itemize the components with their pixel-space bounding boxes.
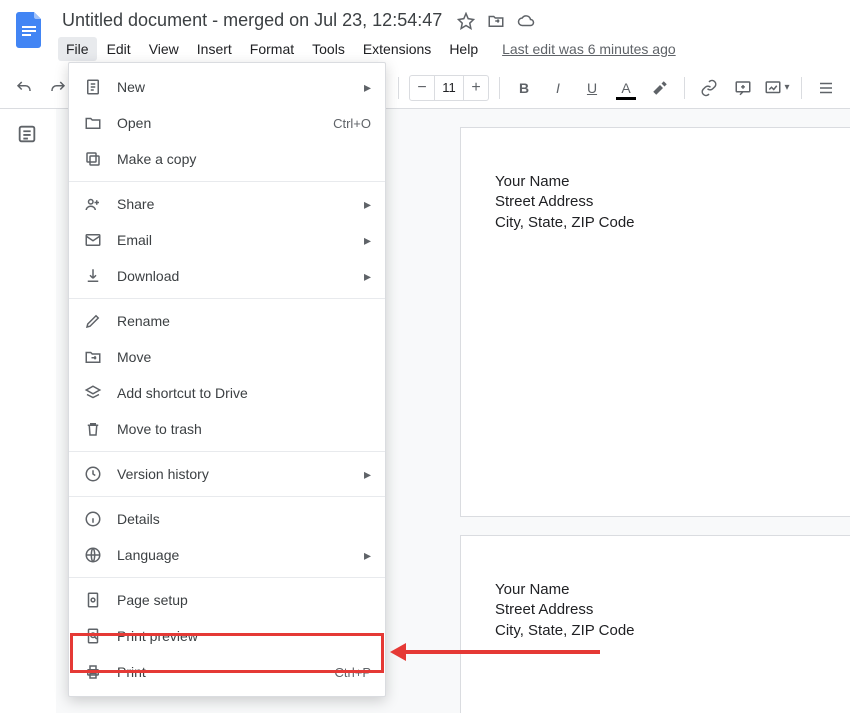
menu-item-label: Language [117, 547, 350, 563]
menu-item-move[interactable]: Move [69, 339, 385, 375]
font-size-decrease[interactable]: − [410, 79, 434, 97]
menu-item-version-history[interactable]: Version history ▸ [69, 456, 385, 492]
menu-item-share[interactable]: Share ▸ [69, 186, 385, 222]
submenu-arrow-icon: ▸ [364, 547, 371, 564]
trash-icon [83, 419, 103, 439]
menu-item-label: Rename [117, 313, 371, 329]
move-icon [83, 347, 103, 367]
text-color-button[interactable]: A [612, 74, 640, 102]
add-comment-button[interactable] [729, 74, 757, 102]
menu-item-label: Print preview [117, 628, 371, 644]
menubar: File Edit View Insert Format Tools Exten… [58, 37, 676, 61]
menu-extensions[interactable]: Extensions [355, 37, 439, 61]
menu-edit[interactable]: Edit [99, 37, 139, 61]
insert-link-button[interactable] [695, 74, 723, 102]
menu-item-label: Page setup [117, 592, 371, 608]
align-button[interactable] [812, 74, 840, 102]
menu-item-label: Share [117, 196, 350, 212]
menu-item-open[interactable]: Open Ctrl+O [69, 105, 385, 141]
submenu-arrow-icon: ▸ [364, 232, 371, 249]
page-line[interactable]: Your Name [495, 172, 850, 192]
shortcut-icon [83, 383, 103, 403]
doc-icon [83, 77, 103, 97]
menu-format[interactable]: Format [242, 37, 302, 61]
document-title[interactable]: Untitled document - merged on Jul 23, 12… [58, 8, 446, 33]
menu-item-label: Move to trash [117, 421, 371, 437]
menu-item-rename[interactable]: Rename [69, 303, 385, 339]
menu-file[interactable]: File [58, 37, 97, 61]
caret-icon: ▾ [784, 82, 789, 93]
print-icon [83, 662, 103, 682]
submenu-arrow-icon: ▸ [364, 79, 371, 96]
submenu-arrow-icon: ▸ [364, 268, 371, 285]
share-icon [83, 194, 103, 214]
annotation-arrow [400, 650, 600, 654]
menu-item-page-setup[interactable]: Page setup [69, 582, 385, 618]
menu-item-label: Make a copy [117, 151, 371, 167]
menu-item-label: Version history [117, 466, 350, 482]
italic-button[interactable]: I [544, 74, 572, 102]
move-to-folder-icon[interactable] [486, 11, 506, 31]
font-size-increase[interactable]: + [464, 79, 488, 97]
font-size-value[interactable]: 11 [434, 76, 464, 100]
menu-item-shortcut: Ctrl+O [333, 116, 371, 131]
menu-item-shortcut: Ctrl+P [335, 665, 371, 680]
page-setup-icon [83, 590, 103, 610]
menu-item-add-shortcut[interactable]: Add shortcut to Drive [69, 375, 385, 411]
menu-item-label: Print [117, 664, 321, 680]
highlight-button[interactable] [646, 74, 674, 102]
menu-item-make-copy[interactable]: Make a copy [69, 141, 385, 177]
insert-image-button[interactable]: ▾ [763, 74, 791, 102]
copy-icon [83, 149, 103, 169]
folder-icon [83, 113, 103, 133]
menu-view[interactable]: View [141, 37, 187, 61]
menu-item-label: Email [117, 232, 350, 248]
info-icon [83, 509, 103, 529]
page-line[interactable]: City, State, ZIP Code [495, 621, 850, 641]
document-page[interactable]: Your Name Street Address City, State, ZI… [460, 535, 850, 713]
page-line[interactable]: City, State, ZIP Code [495, 213, 850, 233]
docs-logo[interactable] [12, 12, 48, 48]
menu-item-details[interactable]: Details [69, 501, 385, 537]
menu-item-trash[interactable]: Move to trash [69, 411, 385, 447]
star-icon[interactable] [456, 11, 476, 31]
menu-item-language[interactable]: Language ▸ [69, 537, 385, 573]
menu-item-print[interactable]: Print Ctrl+P [69, 654, 385, 690]
email-icon [83, 230, 103, 250]
document-page[interactable]: Your Name Street Address City, State, ZI… [460, 127, 850, 517]
undo-button[interactable] [10, 74, 38, 102]
page-line[interactable]: Street Address [495, 600, 850, 620]
menu-item-label: Open [117, 115, 319, 131]
menu-item-label: Download [117, 268, 350, 284]
menu-item-download[interactable]: Download ▸ [69, 258, 385, 294]
page-line[interactable]: Your Name [495, 580, 850, 600]
file-menu-dropdown: New ▸ Open Ctrl+O Make a copy Share ▸ Em… [68, 62, 386, 697]
history-icon [83, 464, 103, 484]
page-line[interactable]: Street Address [495, 192, 850, 212]
menu-insert[interactable]: Insert [189, 37, 240, 61]
cloud-status-icon[interactable] [516, 11, 536, 31]
menu-item-print-preview[interactable]: Print preview [69, 618, 385, 654]
globe-icon [83, 545, 103, 565]
menu-item-label: Details [117, 511, 371, 527]
menu-item-email[interactable]: Email ▸ [69, 222, 385, 258]
bold-button[interactable]: B [510, 74, 538, 102]
document-outline-icon[interactable] [16, 123, 40, 147]
submenu-arrow-icon: ▸ [364, 196, 371, 213]
menu-help[interactable]: Help [441, 37, 486, 61]
submenu-arrow-icon: ▸ [364, 466, 371, 483]
menu-item-label: Add shortcut to Drive [117, 385, 371, 401]
menu-item-label: New [117, 79, 350, 95]
font-size-group: − 11 + [409, 75, 489, 101]
menu-item-label: Move [117, 349, 371, 365]
last-edit-link[interactable]: Last edit was 6 minutes ago [502, 41, 676, 57]
preview-icon [83, 626, 103, 646]
underline-button[interactable]: U [578, 74, 606, 102]
download-icon [83, 266, 103, 286]
menu-item-new[interactable]: New ▸ [69, 69, 385, 105]
rename-icon [83, 311, 103, 331]
menu-tools[interactable]: Tools [304, 37, 353, 61]
